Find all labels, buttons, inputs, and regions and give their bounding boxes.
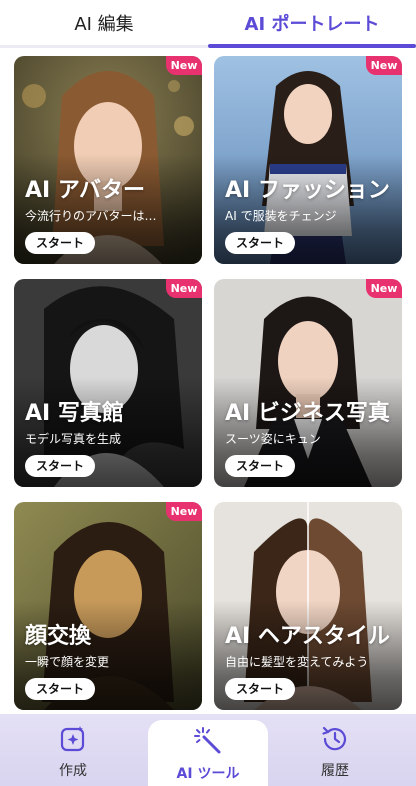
history-clock-icon	[322, 726, 347, 751]
new-badge: New	[366, 279, 402, 298]
bottom-nav-bar: 作成 AI ツール 履歴	[0, 714, 416, 786]
card-subtitle: モデル写真を生成	[25, 432, 122, 446]
nav-history[interactable]: 履歴	[280, 714, 390, 786]
new-badge: New	[366, 56, 402, 75]
feature-card-ai-photo-studio[interactable]: New AI 写真館 モデル写真を生成 スタート	[14, 279, 202, 487]
nav-ai-tools[interactable]: AI ツール	[148, 720, 268, 786]
magic-wand-icon	[194, 727, 221, 754]
card-title: 顔交換	[25, 624, 92, 649]
feature-card-ai-hairstyle[interactable]: AI ヘアスタイル 自由に髪型を変えてみよう スタート	[214, 502, 402, 710]
new-badge: New	[166, 279, 202, 298]
card-title: AI アバター	[25, 178, 145, 203]
card-title: AI 写真館	[25, 401, 124, 426]
tab-ai-edit[interactable]: AI 編集	[0, 0, 208, 48]
nav-history-label: 履歴	[321, 763, 349, 779]
feature-card-ai-fashion[interactable]: New AI ファッション AI で服装をチェンジ スタート	[214, 56, 402, 264]
start-button[interactable]: スタート	[225, 455, 295, 477]
start-button[interactable]: スタート	[25, 678, 95, 700]
tab-ai-portrait[interactable]: AI ポートレート	[208, 0, 416, 48]
start-button[interactable]: スタート	[25, 232, 95, 254]
card-subtitle: 一瞬で顔を変更	[25, 655, 110, 669]
card-title: AI ヘアスタイル	[225, 624, 390, 649]
card-title: AI ビジネス写真	[225, 401, 390, 426]
new-badge: New	[166, 56, 202, 75]
feature-card-face-swap[interactable]: New 顔交換 一瞬で顔を変更 スタート	[14, 502, 202, 710]
feature-card-ai-business-photo[interactable]: New AI ビジネス写真 スーツ姿にキュン スタート	[214, 279, 402, 487]
start-button[interactable]: スタート	[225, 232, 295, 254]
feature-card-ai-avatar[interactable]: New AI アバター 今流行りのアバターは… スタート	[14, 56, 202, 264]
card-title: AI ファッション	[225, 178, 390, 203]
tab-active-indicator	[208, 44, 416, 48]
nav-create-label: 作成	[59, 763, 87, 779]
nav-create[interactable]: 作成	[18, 714, 128, 786]
card-subtitle: 自由に髪型を変えてみよう	[225, 655, 369, 669]
nav-ai-tools-label: AI ツール	[176, 766, 240, 782]
card-subtitle: AI で服装をチェンジ	[225, 209, 337, 223]
card-subtitle: スーツ姿にキュン	[225, 432, 321, 446]
card-subtitle: 今流行りのアバターは…	[25, 209, 157, 223]
new-badge: New	[166, 502, 202, 521]
start-button[interactable]: スタート	[225, 678, 295, 700]
tab-divider	[0, 45, 208, 48]
start-button[interactable]: スタート	[25, 455, 95, 477]
sparkle-square-icon	[60, 726, 85, 752]
top-tab-bar: AI 編集 AI ポートレート	[0, 0, 416, 48]
